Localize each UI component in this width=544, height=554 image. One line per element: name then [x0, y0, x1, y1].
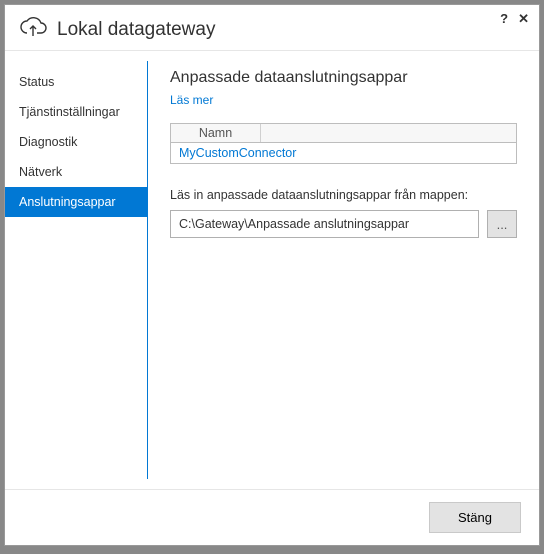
close-icon[interactable]: ✕	[518, 11, 529, 27]
titlebar: Lokal datagateway ? ✕	[5, 5, 539, 51]
sidebar: Status Tjänstinställningar Diagnostik Nä…	[5, 51, 147, 489]
footer: Stäng	[5, 489, 539, 545]
sidebar-item-label: Nätverk	[19, 165, 62, 179]
sidebar-item-label: Anslutningsappar	[19, 195, 116, 209]
page-heading: Anpassade dataanslutningsappar	[170, 69, 517, 87]
sidebar-item-connectors[interactable]: Anslutningsappar	[5, 187, 147, 217]
sidebar-item-network[interactable]: Nätverk	[5, 157, 147, 187]
content-panel: Anpassade dataanslutningsappar Läs mer N…	[148, 51, 539, 489]
sidebar-item-diagnostics[interactable]: Diagnostik	[5, 127, 147, 157]
sidebar-item-status[interactable]: Status	[5, 67, 147, 97]
app-title: Lokal datagateway	[57, 19, 215, 41]
sidebar-item-label: Status	[19, 75, 54, 89]
learn-more-link[interactable]: Läs mer	[170, 93, 517, 107]
folder-label: Läs in anpassade dataanslutningsappar fr…	[170, 188, 517, 202]
folder-section: Läs in anpassade dataanslutningsappar fr…	[170, 188, 517, 238]
close-button[interactable]: Stäng	[429, 502, 521, 533]
body: Status Tjänstinställningar Diagnostik Nä…	[5, 51, 539, 489]
connector-name: MyCustomConnector	[179, 146, 296, 160]
help-icon[interactable]: ?	[500, 11, 508, 27]
connectors-table: Namn MyCustomConnector	[170, 123, 517, 164]
app-window: Lokal datagateway ? ✕ Status Tjänstinstä…	[4, 4, 540, 546]
sidebar-item-service-settings[interactable]: Tjänstinställningar	[5, 97, 147, 127]
table-header-name[interactable]: Namn	[171, 124, 261, 142]
sidebar-item-label: Tjänstinställningar	[19, 105, 120, 119]
folder-path-input[interactable]	[170, 210, 479, 238]
sidebar-item-label: Diagnostik	[19, 135, 77, 149]
table-header: Namn	[171, 124, 516, 143]
cloud-upload-icon	[19, 15, 47, 44]
table-row[interactable]: MyCustomConnector	[171, 143, 516, 163]
browse-button[interactable]: ...	[487, 210, 517, 238]
